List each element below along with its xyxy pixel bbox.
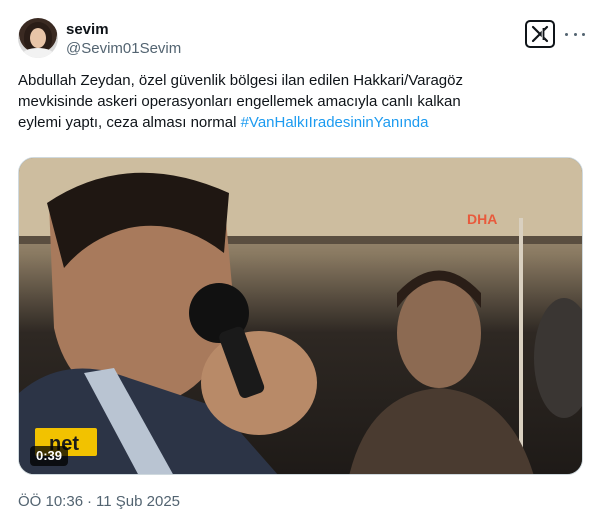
author-name[interactable]: sevim (66, 21, 109, 39)
tweet-text: Abdullah Zeydan, özel güvenlik bölgesi i… (18, 70, 584, 133)
tweet-line-3: eylemi yaptı, ceza alması normal #VanHal… (18, 112, 584, 133)
dha-watermark: DHA (467, 211, 497, 227)
avatar[interactable] (18, 18, 58, 58)
timestamp-separator: · (87, 493, 93, 510)
tweet-date: 11 Şub 2025 (96, 493, 181, 510)
tweet-timestamp[interactable]: ÖÖ 10:36 · 11 Şub 2025 (18, 493, 180, 511)
more-icon[interactable] (565, 24, 585, 44)
video-duration: 0:39 (30, 446, 69, 466)
video-player[interactable]: DHA net (18, 157, 583, 475)
x-logo-icon[interactable] (525, 20, 555, 48)
tweet-card: sevim @Sevim01Sevim Abdullah Zeydan, öze… (0, 0, 601, 525)
tweet-time: ÖÖ 10:36 (18, 493, 84, 510)
hashtag-link[interactable]: #VanHalkıIradesininYanında (241, 114, 429, 131)
video-frame: DHA net (19, 158, 582, 474)
author-handle[interactable]: @Sevim01Sevim (66, 40, 181, 58)
tweet-line-1: Abdullah Zeydan, özel güvenlik bölgesi i… (18, 72, 463, 89)
tweet-line-3-text: eylemi yaptı, ceza alması normal (18, 114, 241, 131)
tweet-line-2: mevkisinde askeri operasyonları engellem… (18, 93, 461, 110)
